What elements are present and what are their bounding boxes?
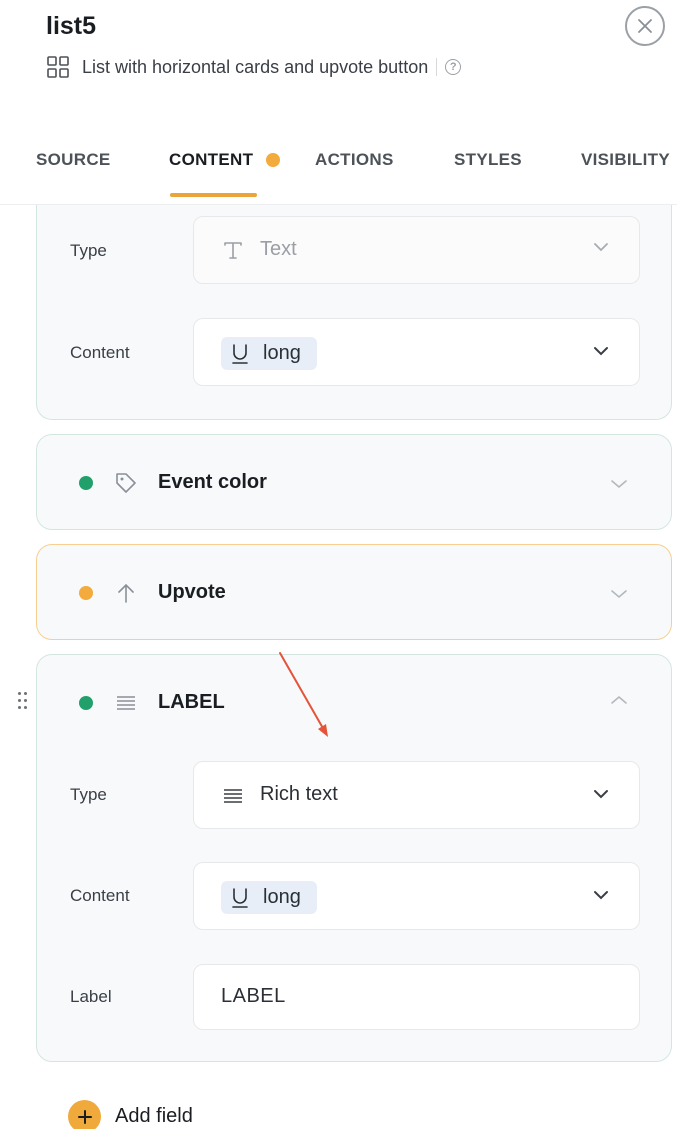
chevron-down-icon xyxy=(594,790,608,799)
underline-icon xyxy=(232,887,248,908)
chevron-down-icon xyxy=(594,243,608,252)
status-dot-green xyxy=(79,476,93,490)
content-select[interactable]: long xyxy=(193,862,640,930)
field-card-upvote[interactable]: Upvote xyxy=(36,544,672,640)
subtitle-divider xyxy=(436,58,438,76)
label-label: Label xyxy=(70,987,112,1006)
tab-bar: SOURCE CONTENT ACTIONS STYLES VISIBILITY xyxy=(0,150,677,180)
component-subtitle-row: List with horizontal cards and upvote bu… xyxy=(46,55,462,79)
add-field-label: Add field xyxy=(115,1105,193,1127)
tab-actions[interactable]: ACTIONS xyxy=(315,150,394,170)
tag-icon xyxy=(116,473,136,493)
label-input[interactable]: LABEL xyxy=(193,964,640,1030)
chevron-down-icon xyxy=(594,891,608,900)
tab-source[interactable]: SOURCE xyxy=(36,150,111,170)
grid-icon xyxy=(47,56,69,78)
field-card-label: LABEL Type Rich text Content long Label … xyxy=(36,654,672,1062)
content-pill-text: long xyxy=(263,886,301,908)
field-card-text: Type Text Content long xyxy=(36,205,672,420)
arrow-up-icon xyxy=(118,583,134,603)
type-select-value: Text xyxy=(260,238,297,260)
tab-visibility[interactable]: VISIBILITY xyxy=(581,150,670,170)
label-input-value: LABEL xyxy=(221,985,286,1007)
tab-content[interactable]: CONTENT xyxy=(169,150,253,170)
content-label: Content xyxy=(70,886,130,905)
tab-styles[interactable]: STYLES xyxy=(454,150,522,170)
type-label: Type xyxy=(70,241,107,260)
plus-icon xyxy=(68,1100,101,1129)
status-dot-orange xyxy=(79,586,93,600)
type-select[interactable]: Text xyxy=(193,216,640,284)
chevron-down-icon[interactable] xyxy=(610,589,628,599)
panel-header: list5 List with horizontal cards and upv… xyxy=(0,0,677,205)
content-pill: long xyxy=(221,337,317,370)
content-pill: long xyxy=(221,881,317,914)
status-dot-green xyxy=(79,696,93,710)
help-icon[interactable]: ? xyxy=(445,59,462,75)
component-title: list5 xyxy=(46,12,97,40)
underline-icon xyxy=(232,343,248,364)
component-subtitle: List with horizontal cards and upvote bu… xyxy=(82,56,429,77)
content-select[interactable]: long xyxy=(193,318,640,386)
field-name: LABEL xyxy=(158,691,225,713)
chevron-down-icon[interactable] xyxy=(610,479,628,489)
field-name: Event color xyxy=(158,471,267,493)
text-t-icon xyxy=(224,242,242,259)
type-label: Type xyxy=(70,785,107,804)
lines-icon xyxy=(117,696,135,710)
content-pill-text: long xyxy=(263,342,301,364)
chevron-up-icon[interactable] xyxy=(610,695,628,705)
type-select[interactable]: Rich text xyxy=(193,761,640,829)
lines-icon xyxy=(224,789,242,803)
chevron-down-icon xyxy=(594,347,608,356)
add-field-button[interactable]: Add field xyxy=(68,1100,193,1129)
close-button[interactable] xyxy=(625,6,665,46)
field-name: Upvote xyxy=(158,581,226,603)
tab-content-indicator-dot xyxy=(266,153,280,167)
drag-handle[interactable] xyxy=(17,692,29,712)
active-tab-underline xyxy=(170,193,257,197)
annotation-arrow xyxy=(279,652,328,737)
close-icon xyxy=(638,19,652,33)
field-card-event-color[interactable]: Event color xyxy=(36,434,672,530)
content-label: Content xyxy=(70,343,130,362)
type-select-value: Rich text xyxy=(260,783,338,805)
